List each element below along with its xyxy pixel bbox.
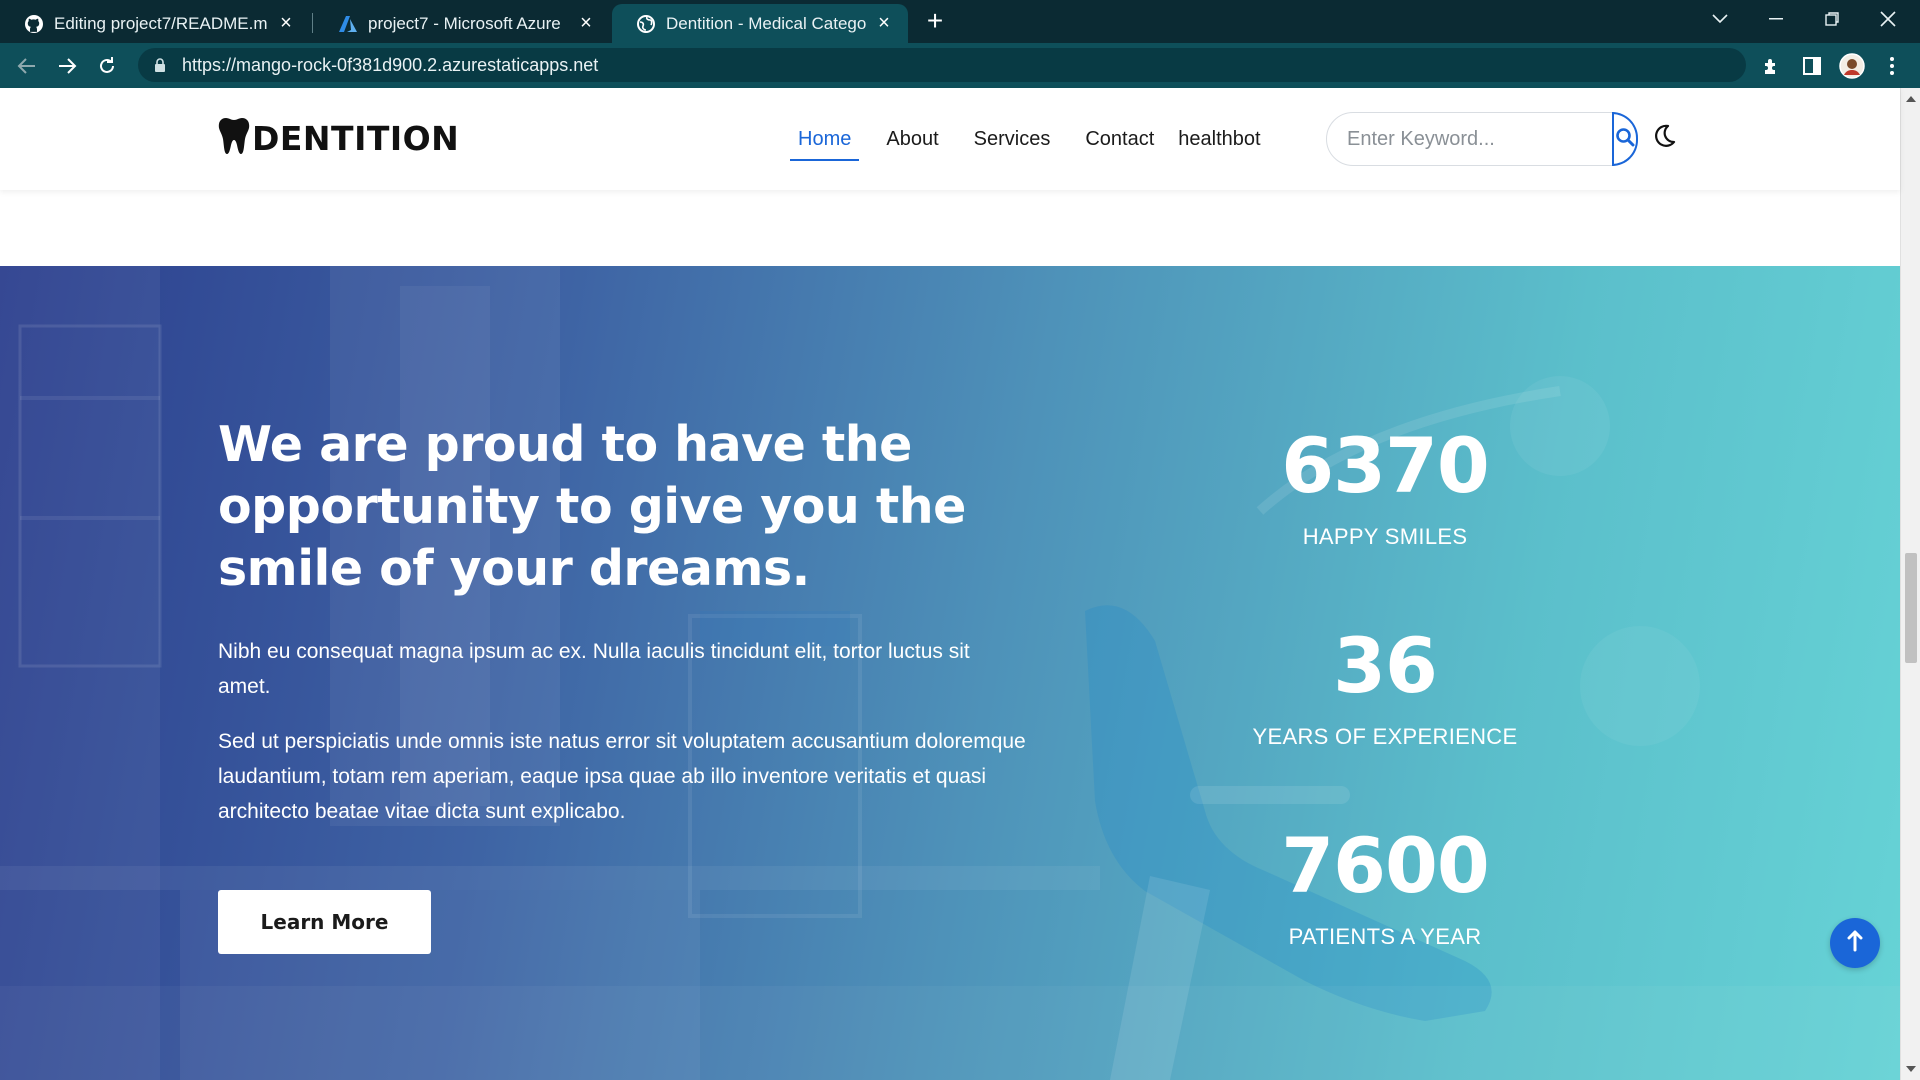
tab-separator (312, 13, 313, 33)
main-nav: Home About Services Contact healthbot (790, 88, 1288, 190)
new-tab-button[interactable]: + (920, 6, 950, 36)
nav-contact[interactable]: Contact (1077, 120, 1162, 159)
close-icon[interactable]: × (874, 12, 894, 35)
stat-patients-year: 7600 PATIENTS A YEAR (1185, 826, 1585, 952)
stat-number: 36 (1333, 621, 1438, 710)
browser-toolbar: https://mango-rock-0f381d900.2.azurestat… (0, 43, 1920, 88)
tab-title: Editing project7/README.md at (54, 13, 268, 33)
azure-icon (338, 14, 358, 34)
github-icon (24, 14, 44, 34)
stat-label: HAPPY SMILES (1302, 524, 1468, 549)
stat-label: YEARS OF EXPERIENCE (1252, 724, 1518, 749)
hero-title: We are proud to have the opportunity to … (218, 416, 966, 597)
back-button[interactable] (13, 52, 41, 80)
arrow-up-icon (1847, 930, 1863, 957)
back-to-top-button[interactable] (1830, 918, 1880, 968)
stat-happy-smiles: 6370 HAPPY SMILES (1185, 426, 1585, 552)
logo-text: DENTITION (252, 118, 460, 158)
moon-icon (1651, 123, 1677, 154)
page-scrollbar[interactable] (1900, 88, 1920, 1080)
stat-number: 7600 (1281, 821, 1490, 910)
tab-search-icon[interactable] (1692, 0, 1748, 38)
stat-years-experience: 36 YEARS OF EXPERIENCE (1185, 626, 1585, 752)
nav-healthbot[interactable]: healthbot (1170, 120, 1268, 159)
profile-avatar[interactable] (1838, 52, 1866, 80)
hero-paragraph: Sed ut perspiciatis unde omnis iste natu… (218, 730, 1026, 823)
hero-section: We are proud to have the opportunity to … (0, 266, 1900, 1080)
tab-github-readme[interactable]: Editing project7/README.md at × (0, 4, 310, 43)
close-window-button[interactable] (1860, 0, 1916, 38)
stat-number: 6370 (1281, 421, 1490, 510)
address-bar[interactable]: https://mango-rock-0f381d900.2.azurestat… (138, 48, 1746, 82)
hero-content: We are proud to have the opportunity to … (0, 266, 1900, 1080)
site-header: DENTITION Home About Services Contact he… (0, 88, 1900, 190)
site-logo[interactable]: DENTITION (218, 117, 460, 160)
side-panel-icon[interactable] (1798, 52, 1826, 80)
close-icon[interactable]: × (576, 12, 596, 35)
nav-home[interactable]: Home (790, 120, 860, 161)
globe-icon (636, 14, 656, 34)
tab-dentition[interactable]: Dentition - Medical Category Bo × (612, 4, 908, 43)
lock-icon[interactable] (152, 57, 168, 73)
nav-about[interactable]: About (878, 120, 946, 159)
search-form (1326, 112, 1638, 166)
tab-azure[interactable]: project7 - Microsoft Azure × (314, 4, 610, 43)
forward-button[interactable] (53, 52, 81, 80)
close-icon[interactable]: × (276, 12, 296, 35)
nav-services[interactable]: Services (966, 120, 1059, 159)
tooth-icon (218, 117, 250, 160)
minimize-button[interactable] (1748, 0, 1804, 38)
scroll-up-arrow[interactable] (1901, 90, 1920, 108)
dark-mode-toggle[interactable] (1648, 122, 1680, 154)
extensions-icon[interactable] (1758, 52, 1786, 80)
search-icon (1615, 127, 1635, 152)
scroll-down-arrow[interactable] (1901, 1060, 1920, 1078)
restore-button[interactable] (1804, 0, 1860, 38)
kebab-menu-icon[interactable] (1878, 52, 1906, 80)
learn-more-button[interactable]: Learn More (218, 890, 431, 954)
stat-label: PATIENTS A YEAR (1288, 924, 1482, 949)
search-button[interactable] (1612, 112, 1638, 166)
search-input[interactable] (1327, 113, 1612, 165)
reload-button[interactable] (93, 52, 121, 80)
url-text: https://mango-rock-0f381d900.2.azurestat… (182, 54, 599, 75)
hero-paragraph: Nibh eu consequat magna ipsum ac ex. Nul… (218, 640, 970, 698)
scrollbar-thumb[interactable] (1905, 553, 1917, 663)
tab-title: Dentition - Medical Category Bo (666, 13, 866, 33)
tab-title: project7 - Microsoft Azure (368, 13, 561, 33)
browser-tab-strip: Editing project7/README.md at × project7… (0, 0, 1920, 43)
